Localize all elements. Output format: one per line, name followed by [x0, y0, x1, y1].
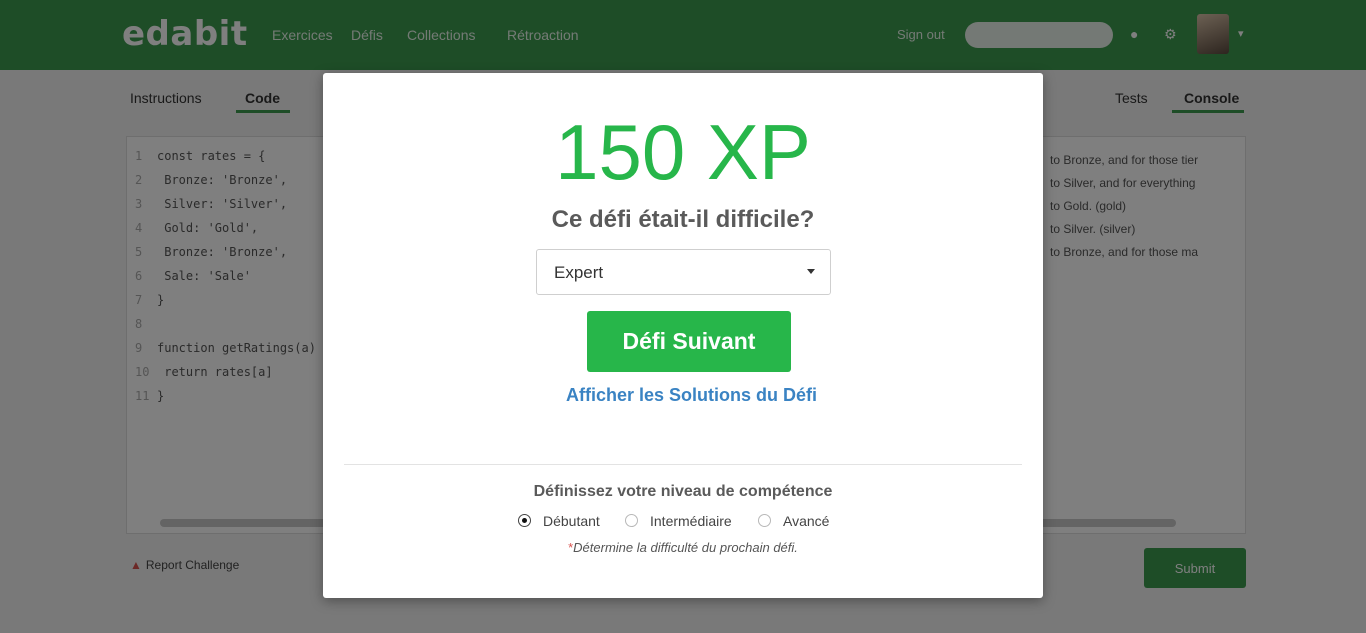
caret-down-icon — [807, 269, 815, 274]
radio-advanced[interactable] — [758, 514, 771, 527]
radio-intermediate[interactable] — [625, 514, 638, 527]
radio-label-advanced[interactable]: Avancé — [783, 513, 829, 529]
radio-label-intermediate[interactable]: Intermédiaire — [650, 513, 732, 529]
challenge-complete-modal: 150 XP Ce défi était-il difficile? Exper… — [323, 73, 1043, 598]
radio-label-beginner[interactable]: Débutant — [543, 513, 600, 529]
difficulty-select[interactable]: Expert — [536, 249, 831, 295]
xp-earned: 150 XP — [555, 108, 811, 196]
skill-level-title: Définissez votre niveau de compétence — [533, 483, 833, 500]
difficulty-question: Ce défi était-il difficile? — [551, 206, 815, 233]
skill-level-note-text: Détermine la difficulté du prochain défi… — [573, 540, 798, 555]
divider — [344, 464, 1022, 465]
radio-beginner[interactable] — [518, 514, 531, 527]
next-challenge-button[interactable]: Défi Suivant — [587, 311, 791, 372]
skill-level-note: *Détermine la difficulté du prochain déf… — [323, 540, 1043, 555]
difficulty-select-value: Expert — [554, 263, 604, 282]
view-solutions-link[interactable]: Afficher les Solutions du Défi — [323, 385, 1060, 406]
